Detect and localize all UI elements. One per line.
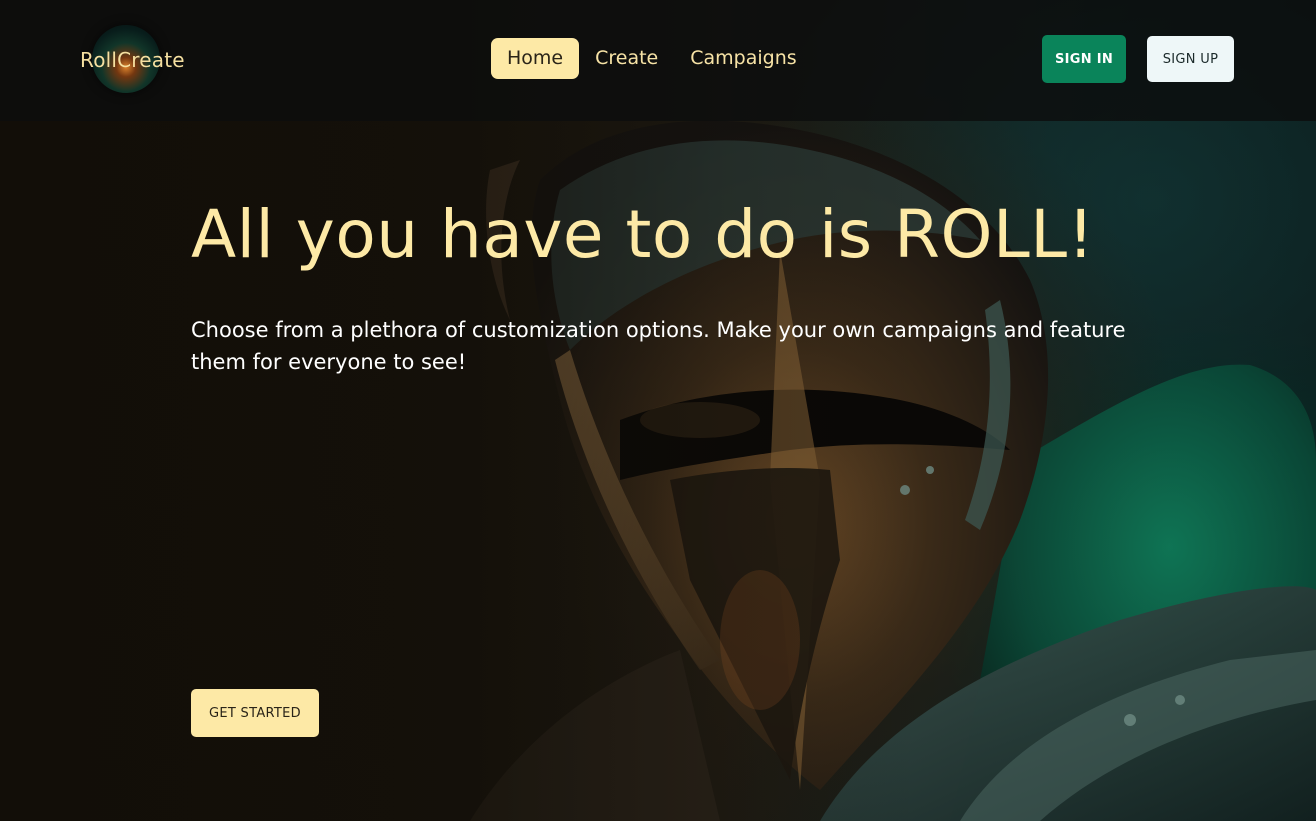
main-nav: Home Create Campaigns <box>491 38 813 79</box>
nav-item-campaigns[interactable]: Campaigns <box>674 38 812 79</box>
sign-up-button[interactable]: SIGN UP <box>1147 36 1234 82</box>
nav-item-home[interactable]: Home <box>491 38 580 79</box>
get-started-button[interactable]: GET STARTED <box>191 689 319 737</box>
nav-item-create[interactable]: Create <box>579 38 674 79</box>
landing-page: RollCreate Home Create Campaigns SIGN IN… <box>0 0 1316 821</box>
hero-title: All you have to do is ROLL! <box>191 196 1095 273</box>
top-navbar: RollCreate Home Create Campaigns SIGN IN… <box>0 0 1316 121</box>
sign-in-button[interactable]: SIGN IN <box>1042 35 1126 83</box>
hero-subtitle: Choose from a plethora of customization … <box>191 318 1126 374</box>
brand-name: RollCreate <box>80 48 185 72</box>
brand-logo[interactable]: RollCreate <box>80 22 185 96</box>
